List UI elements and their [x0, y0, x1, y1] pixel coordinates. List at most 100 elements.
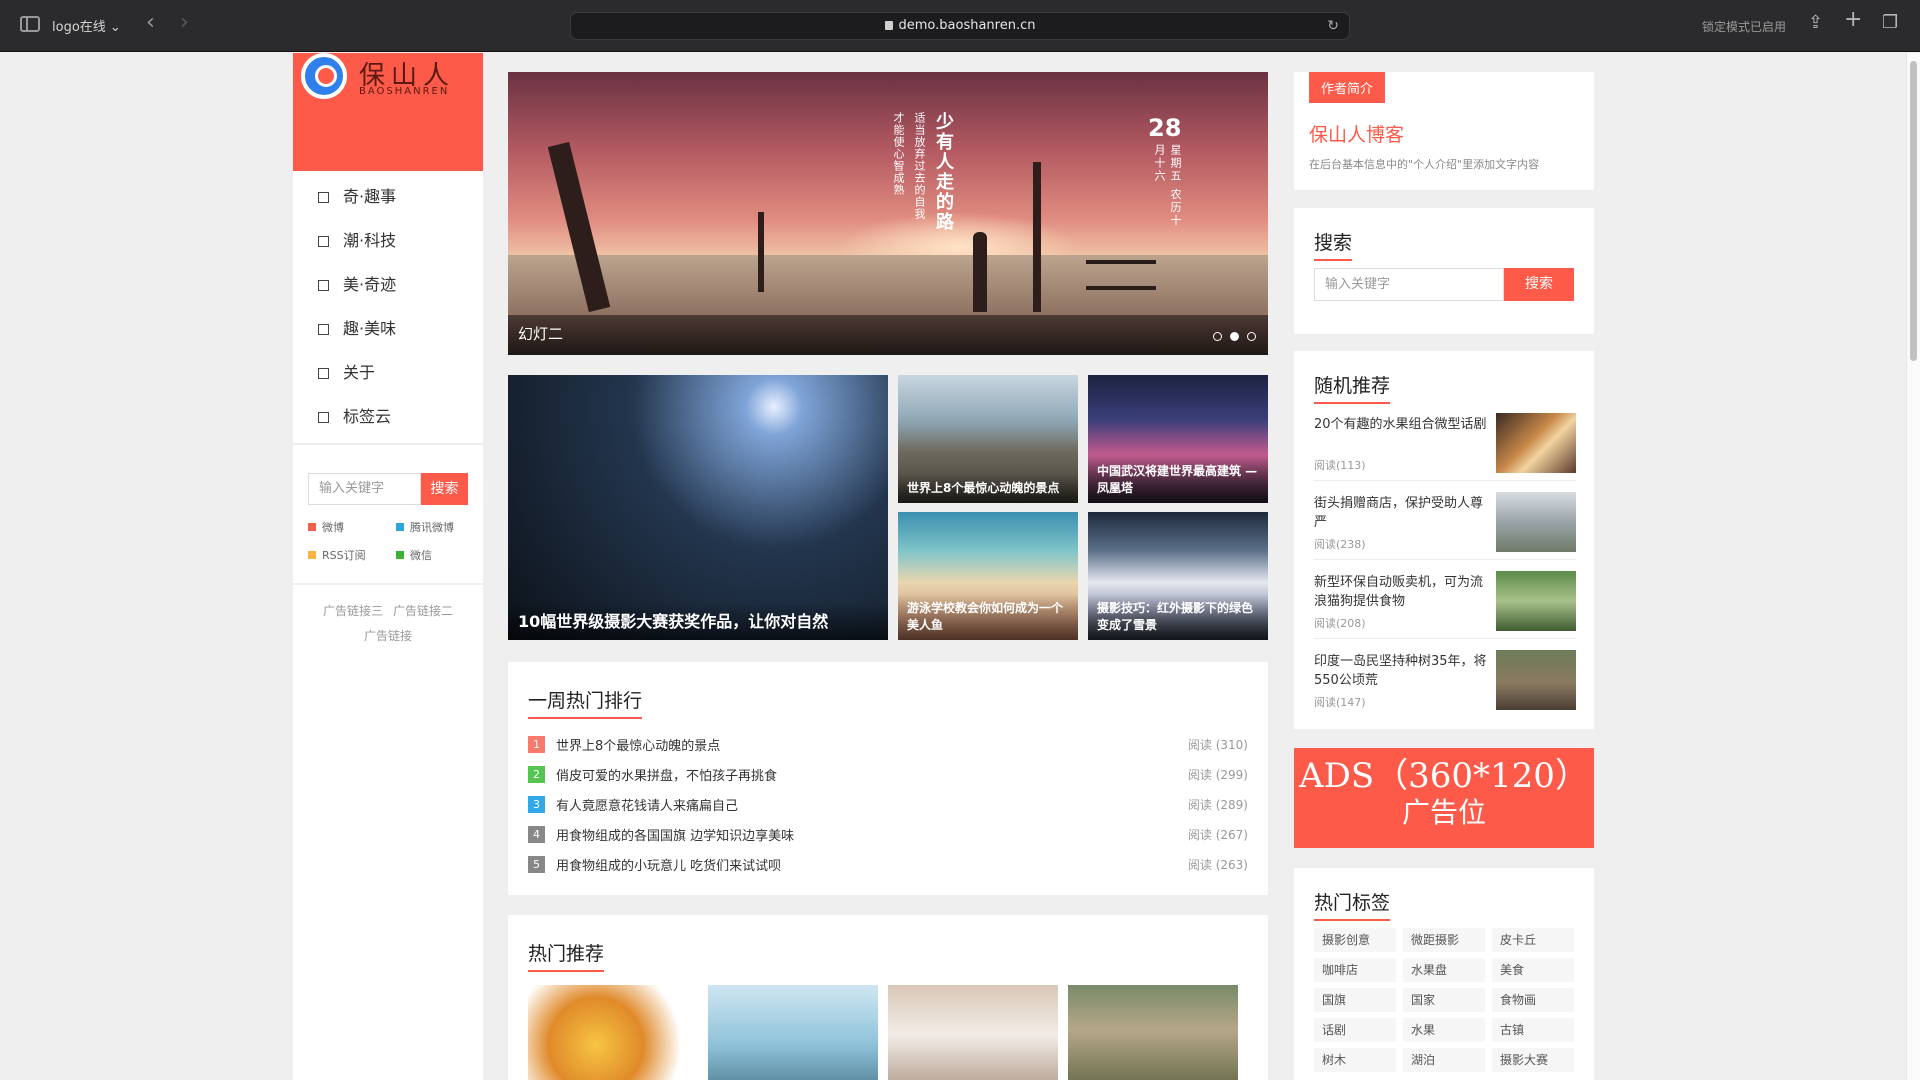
recommend-thumb[interactable]	[528, 985, 698, 1080]
tag-link[interactable]: 湖泊	[1403, 1048, 1485, 1072]
tag-link[interactable]: 微距摄影	[1403, 928, 1485, 952]
rank-item[interactable]: 4 用食物组成的各国国旗 边学知识边享美味 阅读 (267)	[528, 819, 1248, 849]
recommend-thumb[interactable]	[888, 985, 1058, 1080]
random-item-thumb	[1496, 413, 1576, 473]
right-search-button[interactable]: 搜索	[1504, 268, 1574, 301]
left-search-form: 输入关键字 搜索	[308, 473, 483, 505]
featured-tile[interactable]: 中国武汉将建世界最高建筑 — 凤凰塔	[1088, 375, 1268, 503]
rank-item[interactable]: 1 世界上8个最惊心动魄的景点 阅读 (310)	[528, 729, 1248, 759]
social-wechat-link[interactable]: 微信	[396, 547, 484, 563]
random-item-thumb	[1496, 571, 1576, 631]
rank-reads: 阅读 (267)	[1187, 827, 1248, 842]
tile-caption: 10幅世界级摄影大赛获奖作品，让你对自然	[508, 603, 888, 640]
tile-caption: 世界上8个最惊心动魄的景点	[898, 474, 1078, 503]
nav-item-qushi[interactable]: 奇·趣事	[293, 175, 483, 219]
tile-caption: 游泳学校教会你如何成为一个美人鱼	[898, 594, 1078, 640]
nav-item-keji[interactable]: 潮·科技	[293, 219, 483, 263]
random-item[interactable]: 20个有趣的水果组合微型话剧 阅读(113)	[1314, 411, 1576, 481]
back-arrow-icon[interactable]: ‹	[146, 12, 155, 34]
rank-title: 用食物组成的各国国旗 边学知识边享美味	[556, 828, 795, 844]
featured-tile[interactable]: 10幅世界级摄影大赛获奖作品，让你对自然	[508, 375, 888, 640]
featured-tile[interactable]: 世界上8个最惊心动魄的景点	[898, 375, 1078, 503]
reload-icon[interactable]: ↻	[1327, 13, 1339, 39]
tag-link[interactable]: 国旗	[1314, 988, 1396, 1012]
rss-icon	[308, 551, 316, 559]
rank-item[interactable]: 3 有人竟愿意花钱请人来痛扁自己 阅读 (289)	[528, 789, 1248, 819]
section-title: 热门标签	[1314, 888, 1391, 921]
tag-link[interactable]: 古镇	[1492, 1018, 1574, 1042]
section-title: 随机推荐	[1314, 371, 1391, 404]
nav-item-about[interactable]: 关于	[293, 351, 483, 395]
author-name[interactable]: 保山人博客	[1309, 120, 1404, 147]
share-icon[interactable]: ⇪	[1808, 14, 1823, 32]
address-bar[interactable]: demo.baoshanren.cn ↻	[570, 12, 1350, 40]
tag-link[interactable]: 国家	[1403, 988, 1485, 1012]
tab-group-menu[interactable]: logo在线 ⌄	[52, 16, 121, 35]
right-search-input[interactable]: 输入关键字	[1314, 268, 1504, 301]
rank-reads: 阅读 (310)	[1187, 737, 1248, 752]
scrollbar-thumb[interactable]	[1910, 61, 1917, 361]
tag-link[interactable]: 美食	[1492, 958, 1574, 982]
rank-item[interactable]: 5 用食物组成的小玩意儿 吃货们来试试呗 阅读 (263)	[528, 849, 1248, 879]
new-tab-icon[interactable]: +	[1844, 9, 1862, 31]
slider-dot[interactable]	[1213, 332, 1222, 341]
page-scrollbar[interactable]	[1906, 53, 1920, 1080]
url-text: demo.baoshanren.cn	[898, 18, 1036, 33]
rank-item[interactable]: 2 俏皮可爱的水果拼盘，不怕孩子再挑食 阅读 (299)	[528, 759, 1248, 789]
recommend-thumb[interactable]	[1068, 985, 1238, 1080]
recommend-thumb[interactable]	[708, 985, 878, 1080]
left-search-button[interactable]: 搜索	[421, 473, 468, 505]
tag-link[interactable]: 话剧	[1314, 1018, 1396, 1042]
rank-number: 2	[528, 765, 545, 783]
nav-item-tagcloud[interactable]: 标签云	[293, 395, 483, 439]
slide-tree	[1033, 162, 1041, 312]
nav-item-qiji[interactable]: 美·奇迹	[293, 263, 483, 307]
featured-tile[interactable]: 游泳学校教会你如何成为一个美人鱼	[898, 512, 1078, 640]
nav-bullet-icon	[318, 367, 329, 379]
lockdown-mode-label: 锁定模式已启用	[1702, 20, 1787, 34]
slider-dot-active[interactable]	[1230, 332, 1239, 341]
nav-item-meiwei[interactable]: 趣·美味	[293, 307, 483, 351]
slider-dot[interactable]	[1247, 332, 1256, 341]
nav-bullet-icon	[318, 323, 329, 335]
featured-tile[interactable]: 摄影技巧：红外摄影下的绿色变成了雪景	[1088, 512, 1268, 640]
tab-overview-icon[interactable]: ❐	[1882, 14, 1898, 32]
tag-link[interactable]: 水果	[1403, 1018, 1485, 1042]
social-tencent-link[interactable]: 腾讯微博	[396, 519, 484, 535]
tag-link[interactable]: 摄影创意	[1314, 928, 1396, 952]
browser-toolbar: logo在线 ⌄ ‹ › demo.baoshanren.cn ↻ 锁定模式已启…	[0, 0, 1920, 52]
random-item-title: 新型环保自动贩卖机，可为流浪猫狗提供食物	[1314, 575, 1484, 609]
site-logo[interactable]: 保山人 BAOSHANREN	[293, 53, 483, 171]
left-search-input[interactable]: 输入关键字	[308, 473, 421, 505]
rank-title: 俏皮可爱的水果拼盘，不怕孩子再挑食	[556, 768, 778, 784]
ad-link[interactable]: 广告链接三	[323, 604, 383, 618]
random-item-thumb	[1496, 650, 1576, 710]
slide-bench	[1086, 260, 1156, 290]
random-item[interactable]: 街头捐赠商店，保护受助人尊严 阅读(238)	[1314, 490, 1576, 560]
tag-link[interactable]: 咖啡店	[1314, 958, 1396, 982]
slide-date: 星期五 农历十月十六	[1153, 144, 1182, 228]
tag-link[interactable]: 皮卡丘	[1492, 928, 1574, 952]
ad-link[interactable]: 广告链接	[364, 629, 412, 643]
ad-link[interactable]: 广告链接二	[393, 604, 453, 618]
tag-link[interactable]: 食物画	[1492, 988, 1574, 1012]
social-links: 微博 腾讯微博 RSS订阅 微信	[308, 519, 483, 563]
social-rss-link[interactable]: RSS订阅	[308, 547, 396, 563]
tag-link[interactable]: 水果盘	[1403, 958, 1485, 982]
tag-link[interactable]: 树木	[1314, 1048, 1396, 1072]
forward-arrow-icon[interactable]: ›	[180, 12, 189, 34]
sidebar-toggle-icon[interactable]	[20, 16, 40, 32]
ad-banner[interactable]: ADS（360*120） 广告位	[1294, 748, 1594, 848]
tag-link[interactable]: 摄影大赛	[1492, 1048, 1574, 1072]
random-item[interactable]: 印度一岛民坚持种树35年，将550公顷荒 阅读(147)	[1314, 648, 1576, 718]
hero-slider[interactable]: 少有人走的路 适当放弃过去的自我 才能使心智成熟 28 星期五 农历十月十六 幻灯…	[508, 72, 1268, 355]
social-weibo-link[interactable]: 微博	[308, 519, 396, 535]
nav-label: 潮·科技	[343, 231, 397, 250]
slide-caption-bar	[508, 315, 1268, 355]
hot-tags-card: 热门标签 摄影创意 微距摄影 皮卡丘 咖啡店 水果盘 美食 国旗 国家 食物画 …	[1294, 868, 1594, 1080]
rank-number: 3	[528, 795, 545, 813]
random-item[interactable]: 新型环保自动贩卖机，可为流浪猫狗提供食物 阅读(208)	[1314, 569, 1576, 639]
section-title: 热门推荐	[528, 939, 605, 972]
slide-caption: 幻灯二	[518, 325, 564, 343]
divider	[293, 443, 483, 445]
